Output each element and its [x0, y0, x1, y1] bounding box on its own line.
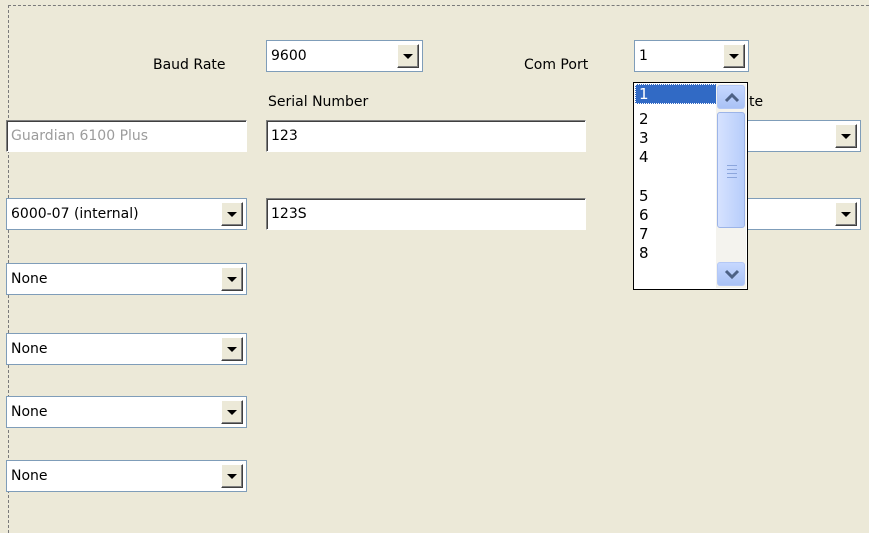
com-port-option[interactable]: 7: [635, 224, 717, 244]
partial-column-label: te: [749, 94, 764, 110]
com-port-value: 1: [639, 48, 648, 64]
scroll-down-button[interactable]: [717, 262, 745, 286]
device-value: Guardian 6100 Plus: [11, 128, 149, 144]
chevron-down-icon[interactable]: [835, 124, 857, 148]
serial-number-input-2[interactable]: 123S: [266, 198, 586, 230]
com-port-option[interactable]: 5: [635, 186, 717, 206]
serial-number-label: Serial Number: [268, 94, 369, 110]
grip-line: [727, 177, 737, 178]
device-value: None: [11, 271, 48, 287]
dropdown-scrollbar[interactable]: [716, 84, 746, 288]
device-select-3[interactable]: None: [6, 263, 247, 295]
com-port-option[interactable]: 1: [635, 84, 717, 104]
baud-rate-select[interactable]: 9600: [266, 40, 423, 72]
device-field-1: Guardian 6100 Plus: [6, 120, 247, 152]
chevron-down-icon[interactable]: [221, 202, 243, 226]
com-port-label: Com Port: [524, 57, 589, 73]
com-port-select[interactable]: 1: [634, 40, 749, 72]
device-select-5[interactable]: None: [6, 396, 247, 428]
baud-rate-label: Baud Rate: [153, 57, 226, 73]
group-frame-top: [8, 5, 869, 6]
com-port-option[interactable]: 3: [635, 128, 717, 148]
com-port-option[interactable]: 4: [635, 147, 717, 167]
scrollbar-thumb[interactable]: [717, 112, 745, 228]
grip-line: [727, 165, 737, 166]
device-value: None: [11, 468, 48, 484]
device-value: 6000-07 (internal): [11, 206, 139, 222]
chevron-up-icon: [724, 92, 740, 103]
chevron-down-icon[interactable]: [397, 44, 419, 68]
chevron-down-icon[interactable]: [835, 202, 857, 226]
scroll-up-button[interactable]: [717, 85, 745, 109]
com-port-option[interactable]: 2: [635, 109, 717, 129]
serial-number-input-1[interactable]: 123: [266, 120, 586, 152]
chevron-down-icon[interactable]: [221, 267, 243, 291]
device-select-2[interactable]: 6000-07 (internal): [6, 198, 247, 230]
chevron-down-icon[interactable]: [221, 464, 243, 488]
chevron-down-icon[interactable]: [221, 337, 243, 361]
serial-number-value: 123S: [271, 206, 307, 222]
grip-line: [727, 169, 737, 170]
grip-line: [727, 173, 737, 174]
com-port-dropdown-list[interactable]: 1 2 3 4 5 6 7 8: [633, 82, 748, 290]
baud-rate-value: 9600: [271, 48, 307, 64]
com-port-option[interactable]: 8: [635, 243, 717, 263]
device-value: None: [11, 404, 48, 420]
device-select-4[interactable]: None: [6, 333, 247, 365]
chevron-down-icon[interactable]: [723, 44, 745, 68]
com-port-option[interactable]: 6: [635, 205, 717, 225]
device-value: None: [11, 341, 48, 357]
chevron-down-icon[interactable]: [221, 400, 243, 424]
device-select-6[interactable]: None: [6, 460, 247, 492]
chevron-down-icon: [724, 269, 740, 280]
serial-number-value: 123: [271, 128, 298, 144]
